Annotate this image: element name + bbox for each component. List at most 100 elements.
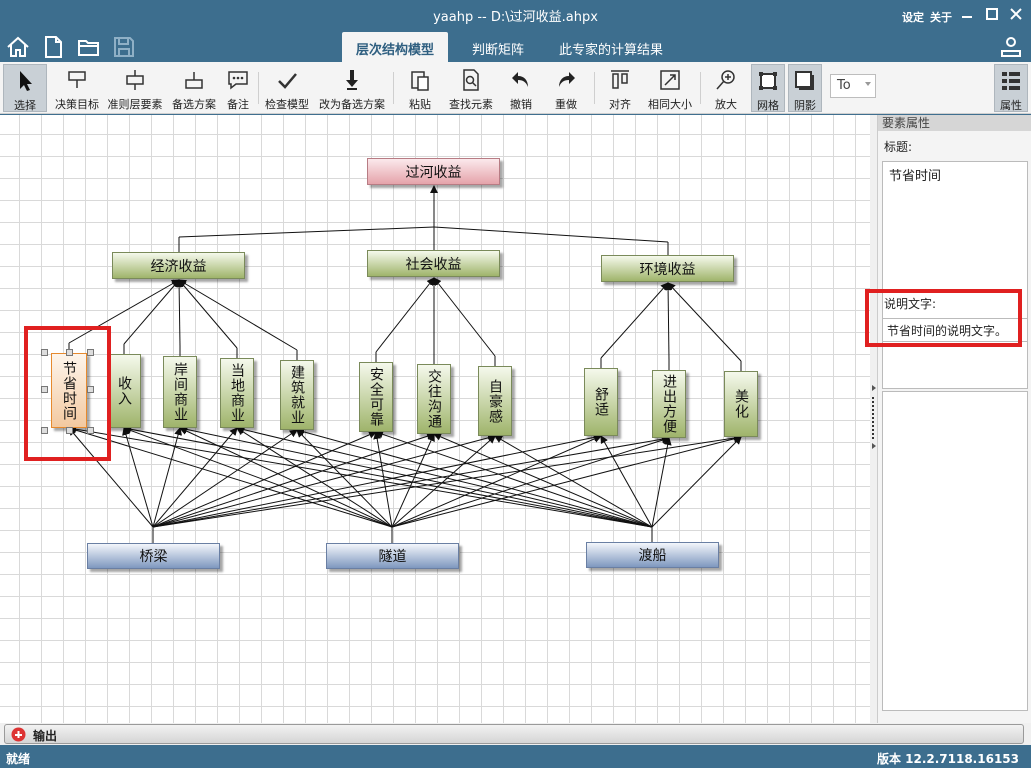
close-icon[interactable] bbox=[1005, 4, 1027, 24]
open-folder-icon[interactable] bbox=[76, 34, 102, 60]
link-line bbox=[600, 435, 653, 528]
arrow-down-icon bbox=[346, 70, 358, 90]
subcriteria-node[interactable]: 交往沟通 bbox=[417, 364, 451, 434]
alternative-node-bridge[interactable]: 桥梁 bbox=[87, 543, 220, 569]
redo-icon bbox=[559, 72, 575, 87]
link-line bbox=[178, 279, 238, 349]
ribbon-tab-row: 层次结构模型 判断矩阵 此专家的计算结果 bbox=[0, 30, 1031, 62]
find-icon bbox=[463, 69, 479, 91]
save-icon[interactable] bbox=[111, 34, 137, 60]
check-model-button[interactable]: 检查模型 bbox=[262, 64, 312, 112]
subcriteria-node[interactable]: 收入 bbox=[107, 354, 141, 428]
tab-expert-results[interactable]: 此专家的计算结果 bbox=[545, 32, 677, 62]
alternative-node-icon bbox=[185, 72, 203, 89]
status-bar: 就绪 版本 12.2.7118.16153 bbox=[0, 745, 1031, 768]
window-title: yaahp -- D:\过河收益.ahpx bbox=[433, 10, 598, 25]
criteria-node-environment[interactable]: 环境收益 bbox=[601, 255, 734, 282]
goal-node-icon bbox=[68, 71, 86, 88]
title-field[interactable]: 节省时间 bbox=[882, 161, 1028, 389]
new-file-icon[interactable] bbox=[40, 34, 66, 60]
toolbar-separator bbox=[393, 72, 394, 104]
find-element-button[interactable]: 查找元素 bbox=[446, 64, 496, 112]
subcriteria-node[interactable]: 当地商业 bbox=[220, 358, 254, 428]
paste-icon bbox=[411, 71, 429, 91]
link-line bbox=[236, 425, 653, 528]
link-line bbox=[375, 277, 435, 353]
subcriteria-node[interactable]: 岸间商业 bbox=[163, 356, 197, 428]
shadow-toggle-button[interactable]: 阴影 bbox=[788, 64, 822, 112]
panel-splitter[interactable] bbox=[870, 115, 877, 723]
chevron-down-icon bbox=[865, 82, 871, 86]
properties-toggle-button[interactable]: 属性 bbox=[994, 64, 1028, 112]
link-line bbox=[667, 282, 742, 362]
link-line bbox=[175, 279, 184, 347]
goal-node[interactable]: 过河收益 bbox=[367, 158, 500, 185]
link-line bbox=[152, 434, 742, 528]
link-line bbox=[178, 226, 435, 238]
align-button[interactable]: 对齐 bbox=[600, 64, 640, 112]
maximize-icon[interactable] bbox=[981, 4, 1003, 24]
alternative-node-ferry[interactable]: 渡船 bbox=[586, 542, 719, 568]
subcriteria-node[interactable]: 舒适 bbox=[584, 368, 618, 436]
link-line bbox=[375, 430, 653, 528]
title-bar: yaahp -- D:\过河收益.ahpx 设定 关于 bbox=[0, 0, 1031, 30]
user-settings-icon[interactable] bbox=[999, 34, 1023, 58]
grid-toggle-button[interactable]: 网格 bbox=[751, 64, 785, 112]
criteria-element-button[interactable]: 准则层要素 bbox=[106, 64, 164, 112]
checkmark-icon bbox=[278, 73, 297, 89]
link-line bbox=[123, 279, 180, 345]
link-line bbox=[391, 433, 435, 528]
align-top-icon bbox=[611, 70, 629, 89]
select-tool-button[interactable]: 选择 bbox=[3, 64, 47, 112]
version-text: 版本 12.2.7118.16153 bbox=[876, 752, 1019, 766]
decision-goal-button[interactable]: 决策目标 bbox=[52, 64, 102, 112]
subcriteria-node[interactable]: 进出方便 bbox=[652, 370, 686, 438]
font-combo[interactable]: To bbox=[830, 74, 876, 98]
properties-icon bbox=[1002, 72, 1020, 90]
app-window: yaahp -- D:\过河收益.ahpx 设定 关于 层次结构模型 判断矩阵 … bbox=[0, 0, 1031, 768]
output-pane-header[interactable]: 输出 bbox=[4, 724, 1024, 744]
subcriteria-node[interactable]: 美化 bbox=[724, 371, 758, 437]
tab-judgment-matrix[interactable]: 判断矩阵 bbox=[458, 32, 538, 62]
minimize-icon[interactable] bbox=[956, 4, 978, 24]
grip-icon bbox=[872, 397, 874, 439]
cursor-icon bbox=[20, 71, 32, 91]
redo-button[interactable]: 重做 bbox=[548, 64, 584, 112]
subcriteria-node[interactable]: 建筑就业 bbox=[280, 360, 314, 430]
criteria-node-social[interactable]: 社会收益 bbox=[367, 250, 500, 277]
properties-header: 要素属性 bbox=[878, 115, 1031, 131]
link-line bbox=[664, 282, 673, 361]
tab-hierarchy-model[interactable]: 层次结构模型 bbox=[342, 32, 449, 62]
alternative-node-tunnel[interactable]: 隧道 bbox=[326, 543, 459, 569]
paste-button[interactable]: 粘贴 bbox=[400, 64, 440, 112]
about-link[interactable]: 关于 bbox=[930, 9, 952, 25]
toolbar-separator bbox=[594, 72, 595, 104]
link-line bbox=[651, 437, 672, 528]
zoom-in-icon bbox=[716, 70, 735, 90]
note-button[interactable]: 备注 bbox=[222, 64, 254, 112]
link-line bbox=[433, 226, 669, 243]
link-line bbox=[178, 279, 298, 351]
home-icon[interactable] bbox=[5, 34, 31, 60]
chevron-right-icon bbox=[872, 385, 876, 391]
criteria-node-icon bbox=[126, 70, 144, 90]
same-size-button[interactable]: 相同大小 bbox=[645, 64, 695, 112]
status-text: 就绪 bbox=[6, 752, 31, 766]
subcriteria-node[interactable]: 自豪感 bbox=[478, 366, 512, 436]
toolbar-separator bbox=[700, 72, 701, 104]
to-alternative-button[interactable]: 改为备选方案 bbox=[316, 64, 388, 112]
title-label: 标题: bbox=[884, 140, 913, 154]
model-canvas[interactable]: 过河收益 经济收益 社会收益 环境收益 节省时间 收入 岸间商业 当地商业 建筑… bbox=[0, 115, 870, 723]
output-bar[interactable]: 输出 bbox=[0, 723, 1031, 745]
link-line bbox=[433, 277, 496, 357]
link-line bbox=[600, 282, 669, 359]
settings-link[interactable]: 设定 bbox=[902, 9, 924, 25]
shadow-icon bbox=[795, 71, 814, 90]
undo-button[interactable]: 撤销 bbox=[503, 64, 539, 112]
grid-icon bbox=[759, 72, 777, 90]
zoom-in-button[interactable]: 放大 bbox=[707, 64, 745, 112]
subcriteria-node[interactable]: 安全可靠 bbox=[359, 362, 393, 432]
alternative-button[interactable]: 备选方案 bbox=[170, 64, 218, 112]
properties-panel: 要素属性 标题: 节省时间 说明文字: 节省时间的说明文字。 bbox=[877, 115, 1031, 723]
criteria-node-economic[interactable]: 经济收益 bbox=[112, 252, 245, 279]
